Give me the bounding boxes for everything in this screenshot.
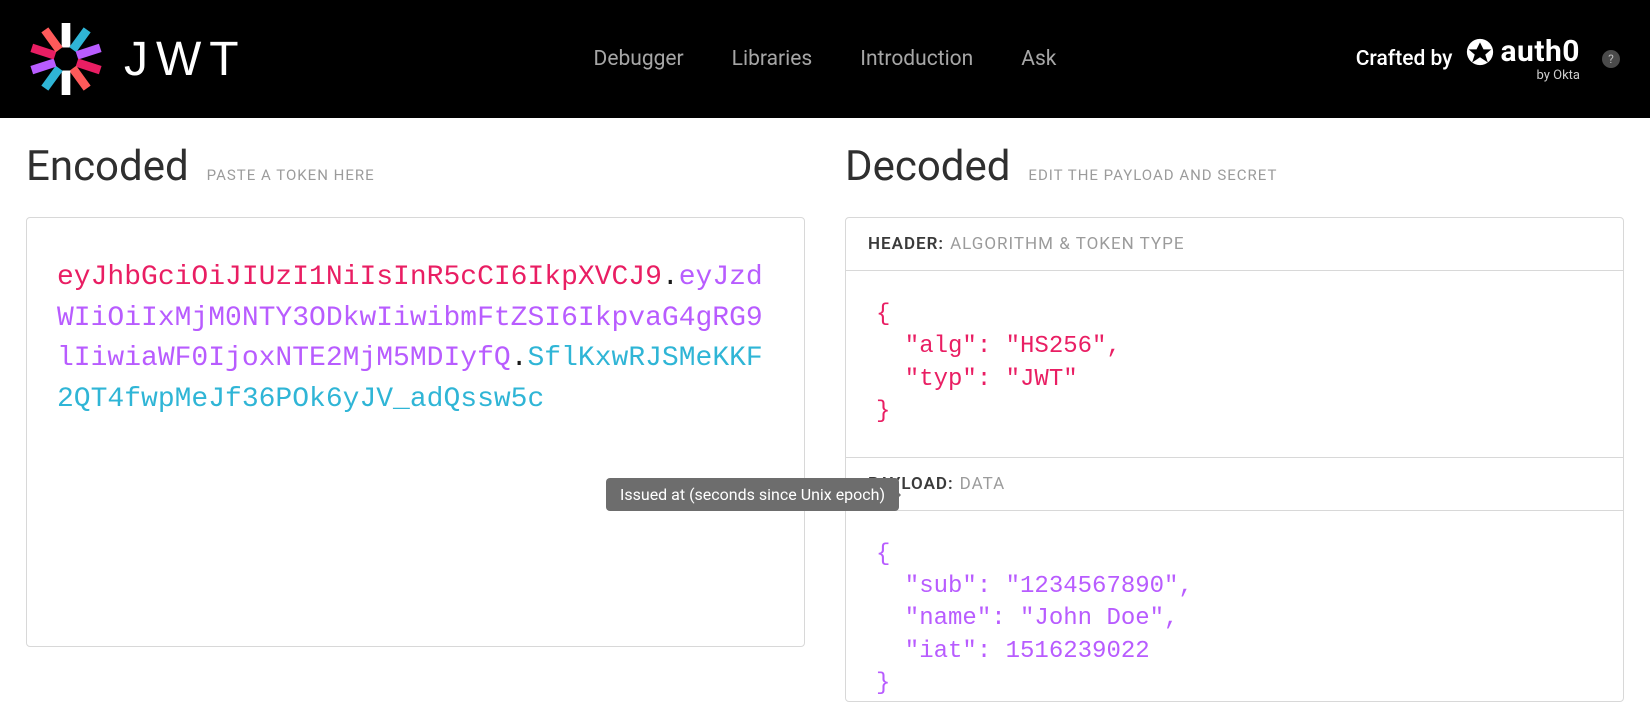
by-okta: by Okta: [1537, 69, 1580, 82]
decoded-column: Decoded EDIT THE PAYLOAD AND SECRET HEAD…: [845, 142, 1624, 702]
logo-group[interactable]: JWT: [30, 23, 247, 95]
token-header-segment: eyJhbGciOiJIUzI1NiIsInR5cCI6IkpXVCJ9: [57, 262, 662, 293]
jwt-logo-text: JWT: [124, 32, 247, 87]
main-nav: Debugger Libraries Introduction Ask: [594, 47, 1057, 71]
decoded-header-label: HEADER:ALGORITHM & TOKEN TYPE: [846, 218, 1623, 271]
encoded-hint: PASTE A TOKEN HERE: [207, 166, 375, 184]
nav-ask[interactable]: Ask: [1021, 47, 1056, 71]
auth0-shield-icon: [1466, 38, 1494, 66]
token-dot: .: [511, 343, 528, 374]
nav-debugger[interactable]: Debugger: [594, 47, 684, 71]
main-content: Encoded PASTE A TOKEN HERE eyJhbGciOiJIU…: [0, 118, 1650, 702]
crafted-by-label: Crafted by: [1356, 47, 1453, 71]
decoded-title: Decoded: [845, 142, 1010, 191]
iat-tooltip: Issued at (seconds since Unix epoch): [606, 478, 899, 511]
jwt-logo-icon: [30, 23, 102, 95]
decoded-hint: EDIT THE PAYLOAD AND SECRET: [1028, 166, 1277, 184]
auth0-logo[interactable]: auth0 by Okta: [1466, 37, 1580, 82]
crafted-by: Crafted by auth0 by Okta ?: [1356, 37, 1620, 82]
auth0-text: auth0: [1500, 37, 1580, 67]
encoded-column: Encoded PASTE A TOKEN HERE eyJhbGciOiJIU…: [26, 142, 805, 702]
decoded-panel: HEADER:ALGORITHM & TOKEN TYPE { "alg": "…: [845, 217, 1624, 702]
encoded-title: Encoded: [26, 142, 189, 191]
decoded-payload-editor[interactable]: { "sub": "1234567890", "name": "John Doe…: [846, 511, 1623, 701]
decoded-header-editor[interactable]: { "alg": "HS256", "typ": "JWT" }: [846, 271, 1623, 458]
encoded-token-input[interactable]: eyJhbGciOiJIUzI1NiIsInR5cCI6IkpXVCJ9.eyJ…: [26, 217, 805, 647]
help-icon[interactable]: ?: [1602, 50, 1620, 68]
app-header: JWT Debugger Libraries Introduction Ask …: [0, 0, 1650, 118]
token-dot: .: [662, 262, 679, 293]
decoded-payload-label: PAYLOAD:DATA: [846, 458, 1623, 511]
nav-introduction[interactable]: Introduction: [860, 47, 973, 71]
nav-libraries[interactable]: Libraries: [732, 47, 813, 71]
